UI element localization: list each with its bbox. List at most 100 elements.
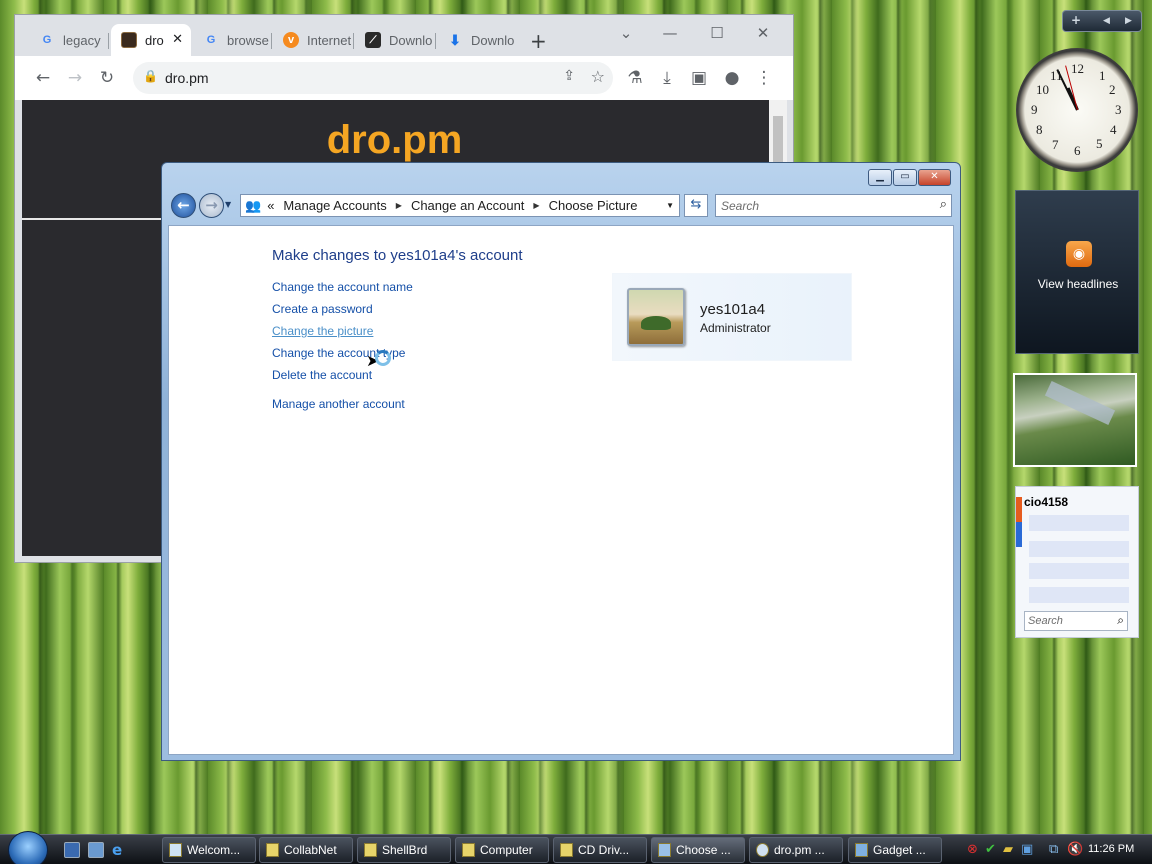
internet-explorer-icon[interactable]: e [112,842,128,858]
new-tab-button[interactable]: + [530,29,547,53]
color-tab [1016,497,1022,547]
change-picture-link[interactable]: Change the picture [272,324,373,338]
create-password-link[interactable]: Create a password [272,302,373,316]
taskbar: e Welcom... CollabNet ShellBrd Computer … [0,831,1152,864]
clock-number: 2 [1109,82,1116,97]
list-item[interactable] [1029,587,1129,603]
forward-icon[interactable]: → [63,66,87,90]
delete-account-link[interactable]: Delete the account [272,368,372,382]
content-pane: Make changes to yes101a4's account Chang… [168,225,954,755]
side-panel-icon[interactable]: ▣ [687,66,711,90]
change-account-name-link[interactable]: Change the account name [272,280,413,294]
tab-strip: G legacy dro ✕ G browse v Internet ⟋ Dow… [15,15,793,57]
clock-number: 6 [1074,143,1081,158]
taskbar-label: Computer [480,843,533,857]
tab-label: dro [145,32,164,48]
profile-icon[interactable]: ● [720,66,744,90]
show-desktop-icon[interactable] [64,842,80,858]
download-icon: ⬇ [449,31,461,48]
tab-internet[interactable]: v Internet [273,24,351,56]
volume-muted-icon[interactable]: 🔇 [1067,842,1083,857]
tab-label: Downlo [389,32,433,48]
tab-download-site[interactable]: ⟋ Downlo [355,24,433,56]
minimize-icon[interactable]: — [655,21,685,45]
google-icon: G [42,34,52,46]
contacts-search-input[interactable]: Search ⌕ [1024,611,1128,631]
error-icon[interactable]: ⊗ [967,842,978,857]
search-input[interactable]: Search ⌕ [715,194,952,217]
taskbar-button[interactable]: CollabNet [259,837,353,863]
site-favicon [121,32,137,48]
breadcrumb-change-account[interactable]: Change an Account [411,198,524,213]
breadcrumb-choose-picture[interactable]: Choose Picture [549,198,638,213]
bookmark-star-icon[interactable]: ☆ [591,67,605,86]
tab-download[interactable]: ⬇ Downlo [437,24,517,56]
taskbar-button[interactable]: Welcom... [162,837,256,863]
taskbar-button-active[interactable]: Choose ... [651,837,745,863]
site-title: dro.pm [326,118,463,162]
taskbar-button[interactable]: Computer [455,837,549,863]
reload-icon[interactable]: ↻ [95,66,119,90]
taskbar-button[interactable]: CD Driv... [553,837,647,863]
manage-another-account-link[interactable]: Manage another account [272,397,405,411]
recent-pages-dropdown-icon[interactable]: ▼ [225,200,231,209]
breadcrumb-overflow[interactable]: « [267,198,274,213]
previous-icon[interactable]: ◀ [1103,16,1110,26]
back-button[interactable]: ← [171,193,196,218]
back-icon[interactable]: ← [31,66,55,90]
start-button[interactable] [8,831,48,864]
gadget-icon [855,843,868,857]
taskbar-button[interactable]: Gadget ... [848,837,942,863]
list-item[interactable] [1029,541,1129,557]
chevron-right-icon[interactable]: ▶ [396,201,402,210]
tab-legacy[interactable]: G legacy [29,24,107,56]
view-headlines-label[interactable]: View headlines [1016,277,1140,291]
taskbar-button[interactable]: ShellBrd [357,837,451,863]
slideshow-gadget[interactable] [1013,373,1137,467]
check-icon[interactable]: ✔ [985,842,996,857]
refresh-icon[interactable]: ⇆ [684,194,708,217]
next-icon[interactable]: ▶ [1125,16,1132,26]
add-gadget-icon[interactable]: + [1071,13,1081,27]
close-icon[interactable]: ✕ [748,21,778,45]
breadcrumb[interactable]: 👥 « Manage Accounts ▶ Change an Account … [240,194,680,217]
tab-close-icon[interactable]: ✕ [172,31,183,47]
account-name: yes101a4 [700,301,766,318]
clock-gadget[interactable]: 12 1 2 3 4 5 6 7 8 9 10 11 [1016,48,1138,172]
network-icon[interactable]: ⧉ [1049,842,1058,857]
search-icon[interactable]: ⌕ [940,197,947,212]
tab-search-icon[interactable]: ⌄ [611,21,641,45]
tray-app-icon[interactable]: ▣ [1021,842,1033,857]
labs-flask-icon[interactable]: ⚗ [623,66,647,90]
chevron-right-icon[interactable]: ▶ [533,201,539,210]
forward-button[interactable]: → [199,193,224,218]
close-button[interactable]: ✕ [918,169,951,186]
breadcrumb-manage-accounts[interactable]: Manage Accounts [283,198,386,213]
tray-folder-icon[interactable]: ▰ [1003,842,1013,857]
maximize-button[interactable]: ▭ [893,169,917,186]
address-bar[interactable]: 🔒 dro.pm ⇪ ☆ [133,62,613,94]
account-tile: yes101a4 Administrator [612,273,852,361]
sidebar-controls: + ◀ ▶ [1062,10,1142,32]
tab-dro-active[interactable]: dro ✕ [111,24,191,56]
taskbar-label: Welcom... [187,843,241,857]
clock-time[interactable]: 11:26 PM [1088,843,1134,855]
search-icon[interactable]: ⌕ [1117,613,1124,628]
share-icon[interactable]: ⇪ [563,68,575,84]
contacts-gadget[interactable]: cio4158 Search ⌕ [1015,486,1139,638]
feed-headlines-gadget[interactable]: ◉ View headlines [1015,190,1139,354]
chevron-down-icon[interactable]: ▼ [666,201,674,210]
minimize-button[interactable]: ▁ [868,169,892,186]
list-item[interactable] [1029,563,1129,579]
list-item[interactable] [1029,515,1129,531]
taskbar-button[interactable]: dro.pm ... [749,837,843,863]
tab-browse[interactable]: G browse [193,24,269,56]
taskbar-label: dro.pm ... [774,843,825,857]
download-icon[interactable]: ⤓ [655,66,679,90]
tab-label: browse [227,32,269,48]
maximize-icon[interactable]: ☐ [702,21,732,45]
menu-icon[interactable]: ⋮ [752,66,776,90]
users-icon [658,843,671,857]
switch-windows-icon[interactable] [88,842,104,858]
clock-number: 1 [1099,68,1106,83]
